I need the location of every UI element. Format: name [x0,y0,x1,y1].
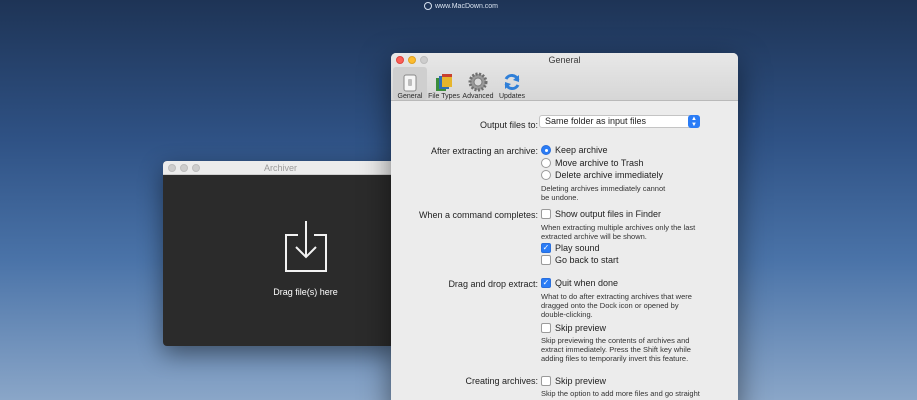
archiver-window-controls [168,164,200,172]
tab-updates-label: Updates [498,93,526,100]
preferences-toolbar: General File Types Advanced Updates [393,67,529,100]
checkbox-skip-preview-create-label: Skip preview [555,376,607,386]
radio-keep-archive-label: Keep archive [555,145,608,155]
advanced-gear-icon [468,72,488,92]
checkbox-checked[interactable]: ✓ [541,243,551,253]
minimize-button[interactable] [180,164,188,172]
quit-note: What to do after extracting archives tha… [541,292,692,319]
command-completes-label: When a command completes: [418,210,538,220]
watermark-logo-icon [424,2,432,10]
radio-delete-immediately[interactable]: Delete archive immediately [541,170,663,180]
select-chevron-icon: ▲ ▼ [688,115,700,128]
preferences-titlebar[interactable]: General General File Types Advanced Upda… [391,53,738,101]
radio-button-selected[interactable] [541,145,551,155]
tab-file-types[interactable]: File Types [427,67,461,100]
radio-move-to-trash-label: Move archive to Trash [555,158,644,168]
checkbox-go-back-label: Go back to start [555,255,619,265]
window-title: General [548,55,581,65]
watermark: www.MacDown.com [424,2,498,10]
updates-sync-icon [504,73,520,91]
checkbox-quit-label: Quit when done [555,278,619,288]
close-button[interactable] [168,164,176,172]
creating-archives-label: Creating archives: [465,376,538,386]
tab-advanced-label: Advanced [462,93,494,100]
checkbox[interactable] [541,209,551,219]
radio-move-to-trash[interactable]: Move archive to Trash [541,158,644,168]
tab-general[interactable]: General [393,67,427,100]
preferences-window: General General File Types Advanced Upda… [391,53,738,400]
checkbox-show-output[interactable]: Show output files in Finder [541,209,661,219]
radio-button[interactable] [541,158,551,168]
tab-general-label: General [397,93,423,100]
checkbox-skip-preview-create[interactable]: Skip preview [541,376,606,386]
drop-download-icon[interactable] [284,221,328,273]
tab-file-types-label: File Types [428,93,460,100]
delete-note: Deleting archives immediately cannot be … [541,184,666,202]
tab-advanced[interactable]: Advanced [461,67,495,100]
checkbox-show-output-label: Show output files in Finder [555,209,662,219]
checkbox[interactable] [541,323,551,333]
checkbox-checked[interactable]: ✓ [541,278,551,288]
checkbox-quit-when-done[interactable]: ✓ Quit when done [541,278,618,288]
checkbox-play-sound[interactable]: ✓ Play sound [541,243,600,253]
drop-label: Drag file(s) here [273,287,338,297]
zoom-button[interactable] [192,164,200,172]
archiver-title: Archiver [263,163,297,173]
checkbox-play-sound-label: Play sound [555,243,600,253]
tab-updates[interactable]: Updates [495,67,529,100]
drag-drop-label: Drag and drop extract: [448,279,538,289]
watermark-text: www.MacDown.com [435,2,499,10]
after-extracting-label: After extracting an archive: [430,146,538,156]
radio-delete-immediately-label: Delete archive immediately [555,170,664,180]
output-location-value: Same folder as input files [545,116,647,126]
output-location-select[interactable]: Same folder as input files ▲ ▼ [539,115,700,128]
creating-note: Skip the option to add more files and go… [541,389,700,398]
checkbox-skip-preview-drag[interactable]: Skip preview [541,323,606,333]
checkbox[interactable] [541,376,551,386]
radio-button[interactable] [541,170,551,180]
general-switch-icon [403,74,417,92]
show-output-note: When extracting multiple archives only t… [541,223,696,241]
checkbox-go-back[interactable]: Go back to start [541,255,619,265]
file-types-icon [436,74,452,91]
output-files-label: Output files to: [479,120,538,130]
checkbox[interactable] [541,255,551,265]
radio-keep-archive[interactable]: Keep archive [541,145,608,155]
archiver-titlebar[interactable]: Archiver [163,161,398,175]
archiver-window: Archiver Drag file(s) here [163,161,398,346]
checkbox-skip-preview-drag-label: Skip preview [555,323,607,333]
skip-preview-note: Skip previewing the contents of archives… [541,336,691,363]
